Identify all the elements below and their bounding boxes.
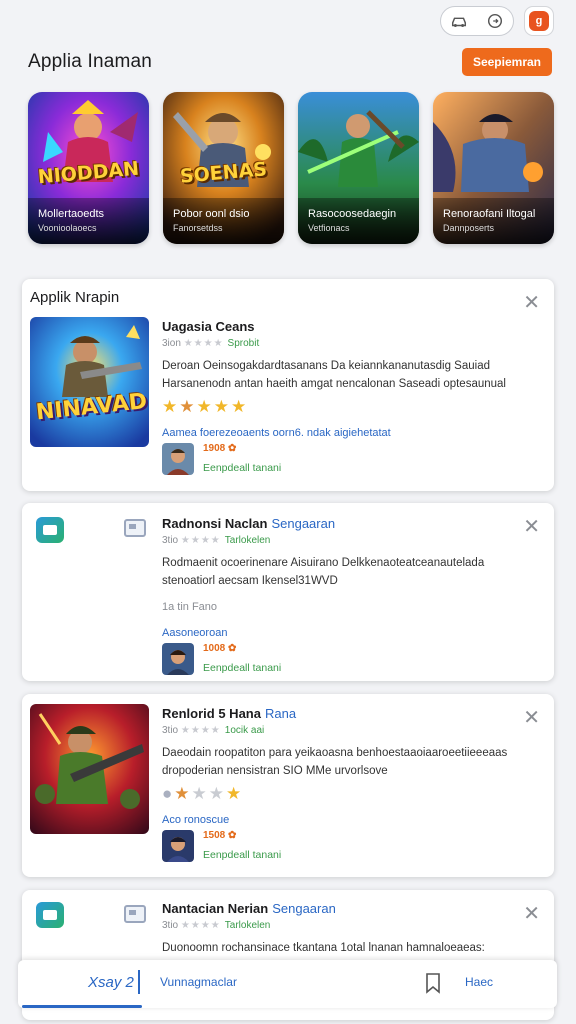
author-status: Eenpdeall tanani: [203, 662, 282, 675]
app-card[interactable]: ✕ Radnonsi Naclan Sengaaran 3tio ★★★★ Tarl…: [22, 503, 554, 681]
image-placeholder-icon: [124, 905, 146, 923]
profile-button[interactable]: g: [524, 6, 554, 36]
tile-name: Mollertaoedts: [38, 208, 105, 220]
featured-carousel: NIODDAN Mollertaoedts Voonioolaoecs SOENA…: [28, 92, 554, 244]
profile-icon: g: [529, 11, 549, 31]
author-count: 1908 ✿: [203, 443, 237, 455]
page-title: Applia Inaman: [28, 51, 153, 72]
author-count: 1508 ✿: [203, 830, 237, 842]
tab-divider: [138, 970, 140, 994]
app-card[interactable]: ✕ Renlorid 5 Hana Rana 3tio ★★★★ 1ocik aai…: [22, 694, 554, 877]
tile-name: Renoraofani Iltogal: [443, 208, 536, 220]
app-description: Duonoomn rochansinace tkantana 1otal lna…: [162, 942, 485, 954]
app-thumbnail[interactable]: [30, 704, 149, 834]
tile-name: Pobor oonl dsio: [173, 208, 250, 220]
author-count: 1008 ✿: [203, 643, 237, 655]
featured-tile[interactable]: Rasocoosedaegin Vetfionacs: [298, 92, 419, 244]
app-link[interactable]: Aasoneoroan: [162, 627, 530, 639]
toolbar-pill[interactable]: [440, 6, 514, 36]
close-icon[interactable]: ✕: [523, 293, 540, 313]
author-row: 1908 ✿ Eenpdeall tanani: [162, 442, 530, 475]
featured-tile[interactable]: Renoraofani Iltogal Dannposerts: [433, 92, 554, 244]
tab-right[interactable]: Haec: [465, 975, 493, 989]
avatar[interactable]: [162, 642, 194, 675]
author-row: 1508 ✿ Eenpdeall tanani: [162, 829, 530, 862]
app-icon[interactable]: [36, 902, 64, 928]
app-title[interactable]: Uagasia Ceans: [162, 319, 530, 334]
featured-tile[interactable]: SOENAS Pobor oonl dsio Fanorsetdss: [163, 92, 284, 244]
stars-icon: ★★★★: [183, 338, 224, 349]
stars-icon: ★★★★: [180, 725, 221, 736]
top-toolbar: g: [440, 6, 554, 36]
header-action-button[interactable]: Seepiemran: [461, 48, 552, 76]
car-icon[interactable]: [450, 12, 468, 30]
tile-subtitle: Vetfionacs: [308, 223, 350, 233]
title-link[interactable]: Sengaaran: [271, 516, 335, 531]
app-title[interactable]: Nantacian Nerian Sengaaran: [162, 901, 530, 916]
featured-tile[interactable]: NIODDAN Mollertaoedts Voonioolaoecs: [28, 92, 149, 244]
game-art-image: [30, 317, 149, 447]
app-link[interactable]: Aamea foerezeoaents oorn6. ndak aigiehet…: [162, 427, 530, 439]
app-card[interactable]: Applik Nrapin ✕ NINAVAD Uagasia Ceans 3i…: [22, 279, 554, 491]
tile-subtitle: Dannposerts: [443, 223, 495, 233]
game-art-image: [30, 704, 149, 834]
stars-icon: ★★★★: [180, 535, 221, 546]
page-header: Applia Inaman Seepiemran: [28, 48, 552, 76]
rating-stars-icon: ●★★★★: [162, 783, 244, 803]
rating-text: 3ion: [162, 338, 181, 349]
app-link[interactable]: Aco ronoscue: [162, 814, 530, 826]
app-description: Deroan Oeinsogakdardtasanans Da keiannka…: [162, 360, 506, 390]
stars-icon: ★★★★: [180, 920, 221, 931]
author-status: Eenpdeall tanani: [203, 462, 282, 475]
flame-icon: ✿: [228, 443, 237, 455]
circle-arrow-icon[interactable]: [486, 12, 504, 30]
rating-stars-icon: ★★★★★: [162, 396, 249, 416]
tile-subtitle: Fanorsetdss: [173, 223, 223, 233]
tile-name: Rasocoosedaegin: [308, 208, 397, 220]
meta-status: Sprobit: [227, 338, 260, 349]
tab-left[interactable]: Xsay 2: [88, 974, 134, 991]
title-link[interactable]: Sengaaran: [272, 901, 336, 916]
title-link[interactable]: Rana: [265, 706, 296, 721]
bookmark-icon[interactable]: [422, 972, 444, 994]
flame-icon: ✿: [228, 643, 237, 655]
author-row: 1008 ✿ Eenpdeall tanani: [162, 642, 530, 675]
app-description: Daeodain roopatiton para yeikaoasna benh…: [162, 747, 508, 777]
section-title: Applik Nrapin: [30, 289, 120, 306]
app-thumbnail[interactable]: NINAVAD: [30, 317, 149, 447]
flame-icon: ✿: [228, 830, 237, 842]
author-status: Eenpdeall tanani: [203, 849, 282, 862]
avatar[interactable]: [162, 829, 194, 862]
app-icon[interactable]: [36, 517, 64, 543]
active-tab-indicator: [22, 1005, 142, 1008]
app-meta: 3tio ★★★★ 1ocik aai: [162, 725, 265, 736]
bottom-tab-bar: Xsay 2 Vunnagmaclar Haec: [18, 960, 557, 1008]
app-title[interactable]: Renlorid 5 Hana Rana: [162, 706, 530, 721]
extra-line: 1a tin Fano: [162, 600, 218, 613]
app-meta: 3tio ★★★★ Tarlokelen: [162, 920, 271, 931]
app-description: Rodmaenit ocoerinenare Aisuirano Delkken…: [162, 557, 485, 587]
tile-subtitle: Voonioolaoecs: [38, 223, 97, 233]
avatar[interactable]: [162, 442, 194, 475]
image-placeholder-icon: [124, 519, 146, 537]
tab-middle[interactable]: Vunnagmaclar: [160, 975, 237, 989]
app-title[interactable]: Radnonsi Naclan Sengaaran: [162, 516, 530, 531]
app-meta: 3ion ★★★★ Sprobit: [162, 338, 530, 349]
app-meta: 3tio ★★★★ Tarlokelen: [162, 535, 271, 546]
